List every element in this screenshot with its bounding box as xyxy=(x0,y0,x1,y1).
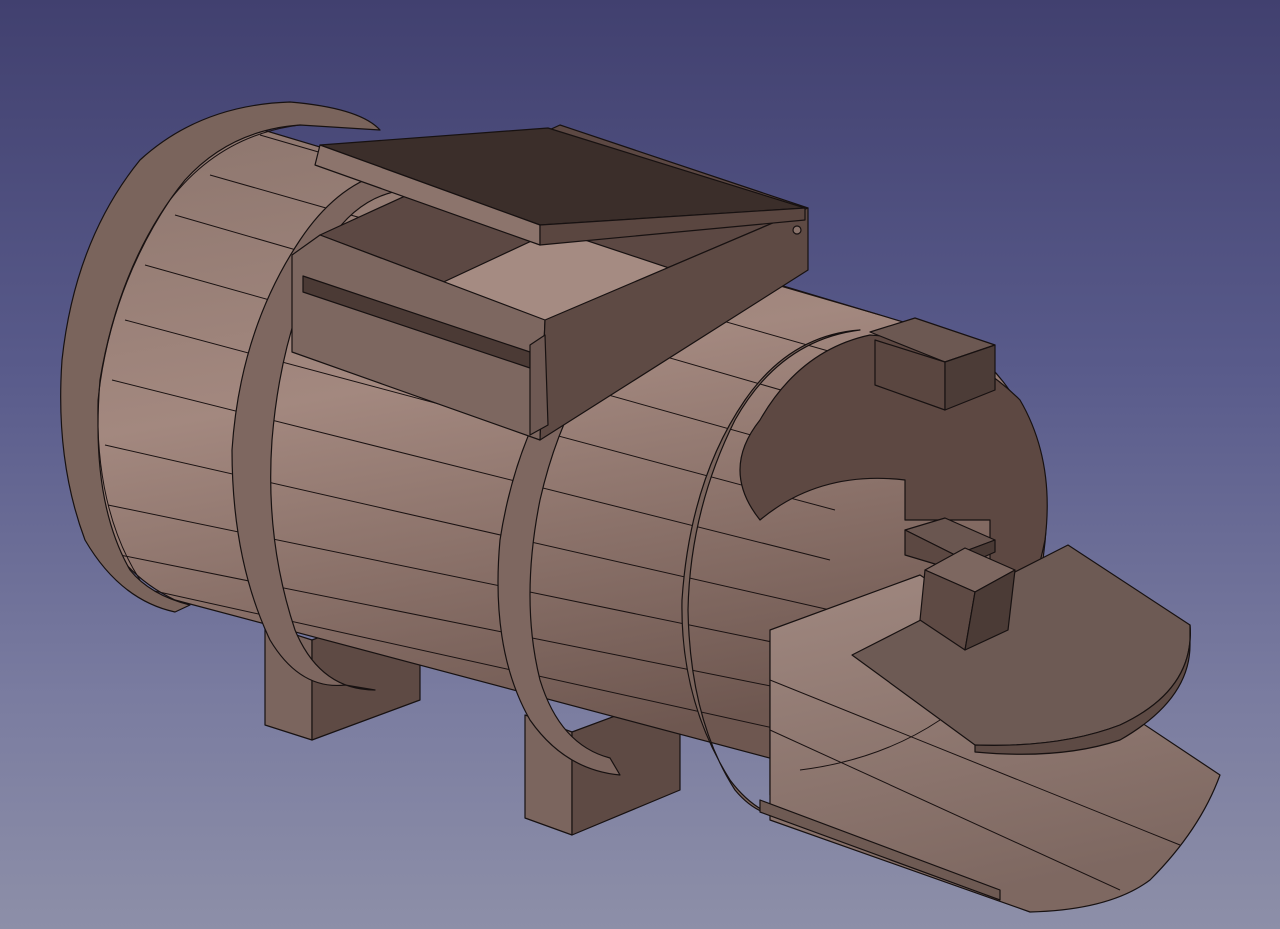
3d-viewport[interactable] xyxy=(0,0,1280,929)
cad-model-scene[interactable] xyxy=(0,0,1280,929)
